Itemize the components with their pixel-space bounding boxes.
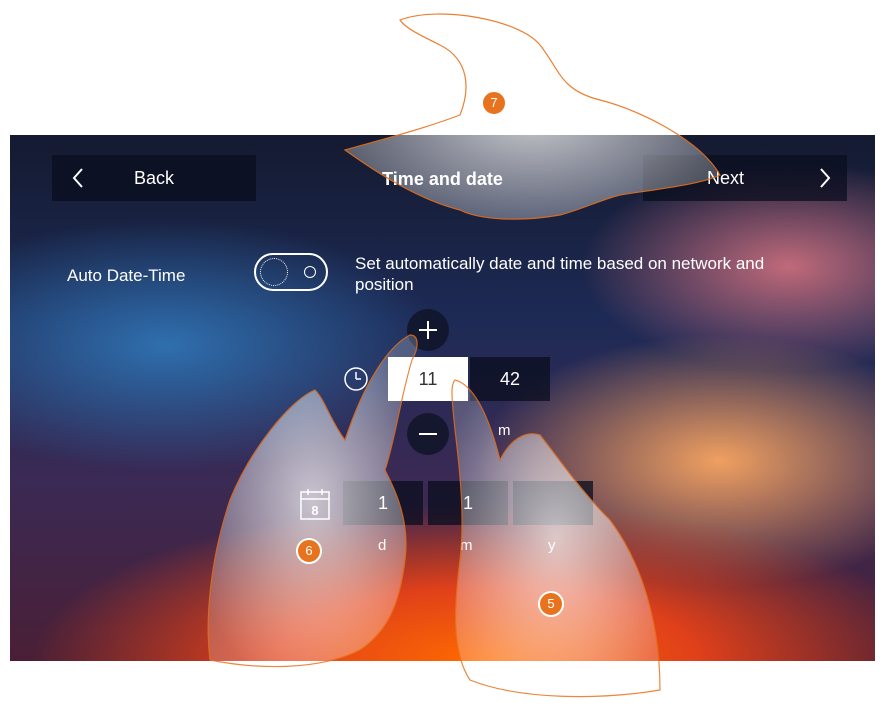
- day-unit-label: d: [378, 537, 387, 554]
- callout-badge-5: 5: [538, 591, 564, 617]
- calendar-icon: 8: [300, 489, 330, 520]
- month-unit-label: m: [460, 537, 473, 554]
- day-field[interactable]: 1: [343, 481, 423, 525]
- next-button-label: Next: [707, 168, 745, 188]
- minus-icon: [419, 433, 437, 435]
- auto-datetime-toggle[interactable]: [254, 253, 328, 291]
- plus-icon: [419, 321, 437, 339]
- auto-datetime-label: Auto Date-Time: [67, 266, 186, 285]
- toggle-knob-outline: [260, 258, 288, 286]
- clock-icon: [344, 367, 368, 391]
- toggle-knob: [304, 266, 316, 278]
- year-field[interactable]: [513, 481, 593, 525]
- increment-button[interactable]: [407, 309, 449, 351]
- minute-field[interactable]: 42: [470, 357, 550, 401]
- top-bar: Back Time and date Next: [10, 135, 875, 221]
- chevron-right-icon: [820, 168, 831, 188]
- auto-datetime-description: Set automatically date and time based on…: [355, 254, 765, 294]
- next-button[interactable]: Next: [643, 155, 847, 201]
- callout-badge-7: 7: [481, 90, 507, 116]
- minute-unit-label: m: [498, 422, 511, 439]
- calendar-icon-day: 8: [311, 503, 318, 518]
- decrement-button[interactable]: [407, 413, 449, 455]
- callout-badge-6: 6: [296, 538, 322, 564]
- year-unit-label: y: [548, 537, 556, 554]
- device-screen: Back Time and date Next Auto Date-Time S…: [10, 135, 875, 661]
- month-field[interactable]: 1: [428, 481, 508, 525]
- hour-field[interactable]: 11: [388, 357, 468, 401]
